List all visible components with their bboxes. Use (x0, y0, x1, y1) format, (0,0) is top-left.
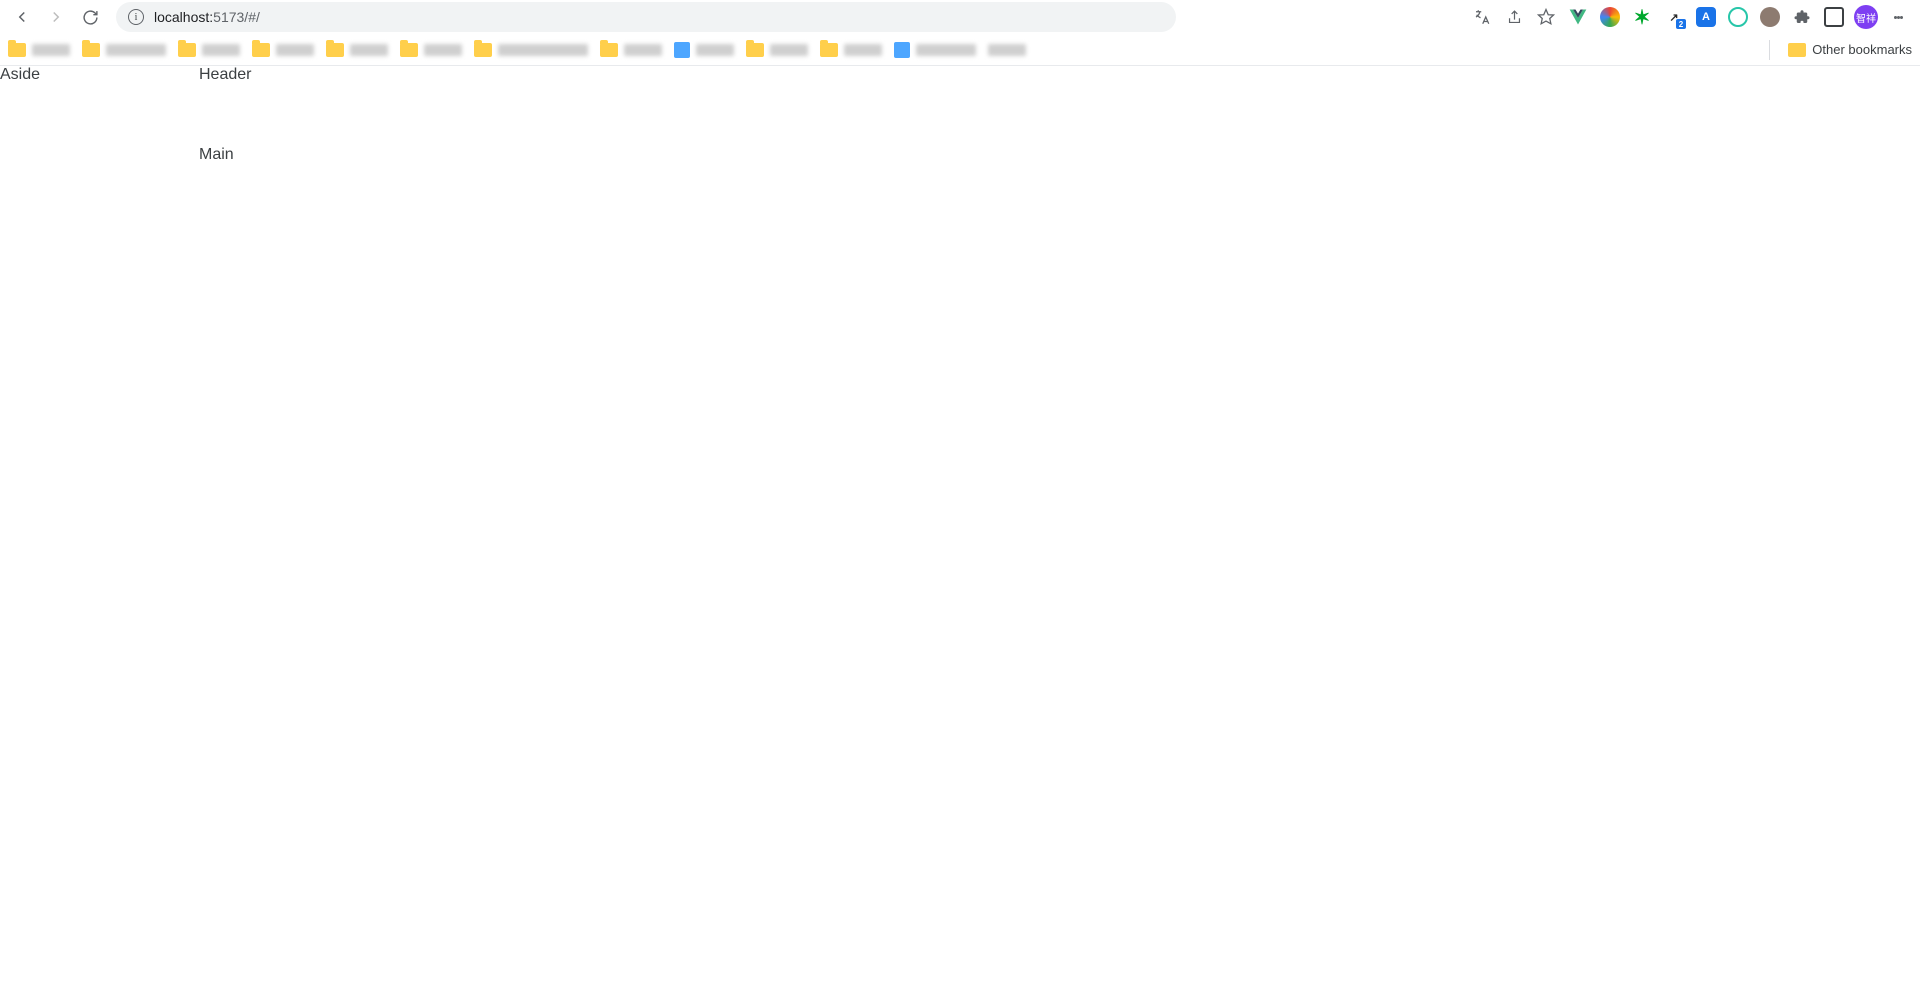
bookmark-folder[interactable] (400, 43, 462, 57)
folder-icon (474, 43, 492, 57)
bookmark-label (498, 44, 588, 56)
extension-a-icon[interactable]: A (1692, 3, 1720, 31)
extensions-puzzle-icon[interactable] (1788, 3, 1816, 31)
toolbar-right-icons: ✶ ↗ A 智祥 (1468, 3, 1912, 31)
bookmark-label (988, 44, 1026, 56)
folder-icon (326, 43, 344, 57)
app-root: Aside Header Main (0, 66, 1920, 981)
back-button[interactable] (8, 3, 36, 31)
site-icon (894, 42, 910, 58)
folder-icon (252, 43, 270, 57)
bookmark-folder[interactable] (746, 43, 808, 57)
url-host: localhost: (154, 9, 213, 25)
folder-icon (8, 43, 26, 57)
main-label: Main (199, 146, 1920, 164)
bookmark-folder[interactable] (252, 43, 314, 57)
url-path: 5173/#/ (213, 9, 260, 25)
bookmark-item[interactable] (674, 42, 734, 58)
header-label: Header (199, 66, 1920, 84)
folder-icon (600, 43, 618, 57)
site-icon (674, 42, 690, 58)
extension-circle-icon[interactable] (1724, 3, 1752, 31)
side-panel-icon[interactable] (1820, 3, 1848, 31)
bookmark-folder[interactable] (474, 43, 588, 57)
bookmarks-bar: Other bookmarks (0, 34, 1920, 66)
bookmark-label (202, 44, 240, 56)
extension-graph-icon[interactable]: ↗ (1660, 3, 1688, 31)
bookmark-label (696, 44, 734, 56)
translate-icon[interactable] (1468, 3, 1496, 31)
app-aside: Aside (0, 66, 199, 981)
bookmark-folder[interactable] (326, 43, 388, 57)
other-bookmarks[interactable]: Other bookmarks (1788, 42, 1912, 57)
chrome-menu-icon[interactable] (1884, 3, 1912, 31)
bookmark-label (350, 44, 388, 56)
other-bookmarks-label: Other bookmarks (1812, 42, 1912, 57)
reload-button[interactable] (76, 3, 104, 31)
share-icon[interactable] (1500, 3, 1528, 31)
bookmark-label (106, 44, 166, 56)
folder-icon (1788, 43, 1806, 57)
bookmarks-divider (1769, 40, 1770, 60)
extension-evernote-icon[interactable]: ✶ (1628, 3, 1656, 31)
extension-dot-icon[interactable] (1756, 3, 1784, 31)
folder-icon (82, 43, 100, 57)
bookmark-label (624, 44, 662, 56)
bookmark-folder[interactable] (82, 43, 166, 57)
folder-icon (820, 43, 838, 57)
bookmark-label (424, 44, 462, 56)
bookmark-folder[interactable] (600, 43, 662, 57)
address-bar[interactable]: i localhost:5173/#/ (116, 2, 1176, 32)
extension-color-icon[interactable] (1596, 3, 1624, 31)
bookmark-label (844, 44, 882, 56)
bookmark-label (32, 44, 70, 56)
site-info-icon[interactable]: i (128, 9, 144, 25)
bookmark-folder[interactable] (820, 43, 882, 57)
bookmark-star-icon[interactable] (1532, 3, 1560, 31)
app-content: Header Main (199, 66, 1920, 981)
url-text: localhost:5173/#/ (154, 9, 260, 25)
bookmark-item[interactable] (894, 42, 976, 58)
bookmark-folder[interactable] (8, 43, 70, 57)
folder-icon (178, 43, 196, 57)
aside-label: Aside (0, 66, 199, 84)
bookmark-label (916, 44, 976, 56)
folder-icon (746, 43, 764, 57)
avatar-text: 智祥 (1854, 5, 1878, 29)
folder-icon (400, 43, 418, 57)
bookmark-label (770, 44, 808, 56)
bookmark-label (276, 44, 314, 56)
bookmark-folder[interactable] (178, 43, 240, 57)
bookmark-item[interactable] (988, 44, 1026, 56)
browser-toolbar: i localhost:5173/#/ ✶ ↗ A 智祥 (0, 0, 1920, 34)
forward-button[interactable] (42, 3, 70, 31)
profile-avatar[interactable]: 智祥 (1852, 3, 1880, 31)
extension-vue-icon[interactable] (1564, 3, 1592, 31)
